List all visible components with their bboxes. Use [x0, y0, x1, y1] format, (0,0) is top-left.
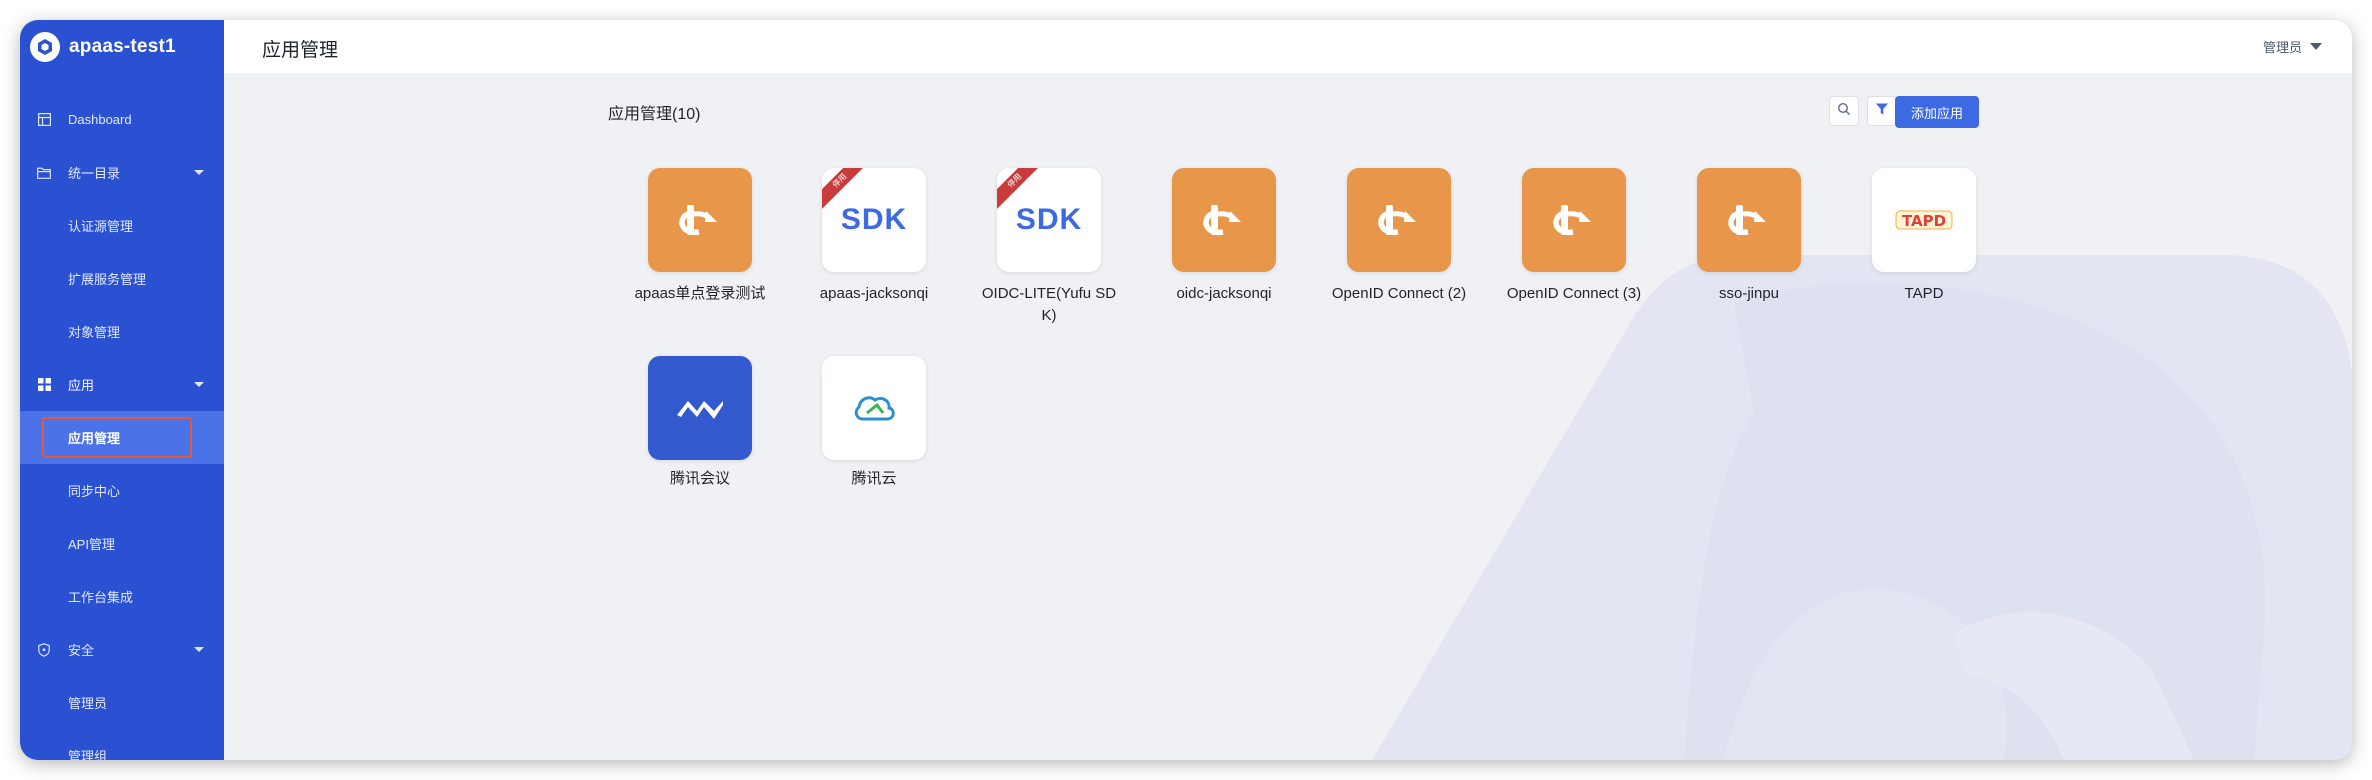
sidebar-item-label: Dashboard — [68, 112, 132, 127]
app-name: oidc-jacksonqi — [1176, 285, 1272, 302]
sidebar-item-api-management[interactable]: API管理 — [20, 517, 224, 570]
sidebar-item-label: 同步中心 — [68, 484, 121, 499]
app-card[interactable]: 腾讯会议 — [613, 356, 753, 526]
openid-icon — [1172, 168, 1276, 272]
sidebar-item-dashboard[interactable]: Dashboard — [20, 93, 224, 146]
apps-grid-icon — [36, 377, 52, 393]
app-name: OpenID Connect (3) — [1506, 285, 1642, 302]
sdk-icon: SDK 停用 — [997, 168, 1101, 272]
tencent-cloud-icon — [822, 356, 926, 460]
tencent-meeting-icon — [648, 356, 752, 460]
sidebar-item-label: API管理 — [68, 537, 115, 552]
section-title: 应用管理(10) — [608, 106, 701, 123]
app-card[interactable]: OpenID Connect (3) — [1487, 168, 1641, 338]
sidebar-item-workbench[interactable]: 工作台集成 — [20, 570, 224, 623]
app-window: apaas-test1 Dashboard 统一目录 认证源管理 扩展服务管理 … — [20, 20, 2352, 760]
sidebar-group-directory[interactable]: 统一目录 — [20, 146, 224, 199]
filter-button[interactable] — [1867, 96, 1897, 126]
sidebar-item-label: 管理员 — [68, 696, 108, 711]
sidebar-item-admin-groups[interactable]: 管理组 — [20, 729, 224, 760]
app-name: 腾讯云 — [851, 470, 897, 487]
sidebar-item-label: 应用 — [68, 378, 95, 393]
main-content: 应用管理(10) 添加应用 apaas单点登录测试 SDK 停用 apaas-j… — [224, 73, 2352, 760]
top-header: 应用管理 管理员 — [224, 20, 2352, 73]
dashboard-icon — [36, 112, 52, 128]
add-app-button[interactable]: 添加应用 — [1895, 96, 1979, 128]
sidebar-item-app-management[interactable]: 应用管理 — [20, 411, 224, 464]
app-card[interactable]: SDK 停用 apaas-jacksonqi — [787, 168, 928, 338]
sidebar-item-extension-services[interactable]: 扩展服务管理 — [20, 252, 224, 305]
app-card[interactable]: TAPD TAPD — [1837, 168, 1977, 338]
sidebar-item-label: 认证源管理 — [68, 219, 134, 234]
tapd-logo-text: TAPD — [1902, 212, 1946, 230]
app-name: OpenID Connect (2) — [1331, 285, 1467, 302]
sidebar-item-objects[interactable]: 对象管理 — [20, 305, 224, 358]
sdk-icon-text: SDK — [840, 203, 908, 236]
search-button[interactable] — [1829, 96, 1859, 126]
chevron-down-icon — [194, 170, 204, 175]
app-name: apaas单点登录测试 — [634, 285, 766, 302]
sidebar-item-label: 应用管理 — [68, 431, 121, 446]
app-name: 腾讯会议 — [669, 470, 730, 487]
openid-icon — [1522, 168, 1626, 272]
brand-logo-icon — [30, 32, 60, 62]
caret-down-icon — [2310, 43, 2322, 50]
tapd-logo: TAPD — [1872, 168, 1976, 272]
sidebar-group-apps[interactable]: 应用 — [20, 358, 224, 411]
sidebar-item-sync-center[interactable]: 同步中心 — [20, 464, 224, 517]
app-name: sso-jinpu — [1718, 285, 1780, 302]
sdk-icon-text: SDK — [1015, 203, 1083, 236]
brand[interactable]: apaas-test1 — [30, 32, 176, 62]
user-menu[interactable]: 管理员 — [2263, 37, 2322, 56]
search-icon — [1837, 102, 1851, 121]
user-name: 管理员 — [2262, 40, 2302, 55]
app-card[interactable]: apaas单点登录测试 — [613, 168, 765, 338]
brand-name: apaas-test1 — [69, 36, 176, 57]
sidebar-group-security[interactable]: 安全 — [20, 623, 224, 676]
openid-icon — [648, 168, 752, 272]
sidebar-item-label: 工作台集成 — [68, 590, 134, 605]
sidebar-item-label: 统一目录 — [68, 166, 121, 181]
openid-icon — [1697, 168, 1801, 272]
filter-icon — [1875, 102, 1889, 121]
sidebar: apaas-test1 Dashboard 统一目录 认证源管理 扩展服务管理 … — [20, 20, 224, 760]
app-card[interactable]: SDK 停用 OIDC-LITE(Yufu SDK) — [962, 168, 1116, 338]
page-title: 应用管理 — [262, 40, 339, 61]
sidebar-item-label: 安全 — [68, 643, 95, 658]
app-name: OIDC-LITE(Yufu SDK) — [981, 285, 1117, 324]
sdk-icon: SDK 停用 — [822, 168, 926, 272]
chevron-down-icon — [194, 647, 204, 652]
sidebar-item-label: 对象管理 — [68, 325, 121, 340]
sidebar-item-admins[interactable]: 管理员 — [20, 676, 224, 729]
app-name: apaas-jacksonqi — [819, 285, 929, 302]
sidebar-item-label: 扩展服务管理 — [68, 272, 147, 287]
app-card[interactable]: oidc-jacksonqi — [1137, 168, 1277, 338]
shield-icon — [36, 642, 52, 658]
app-card[interactable]: sso-jinpu — [1662, 168, 1802, 338]
background-decoration — [1372, 255, 2352, 760]
app-card[interactable]: OpenID Connect (2) — [1312, 168, 1466, 338]
chevron-down-icon — [194, 382, 204, 387]
sidebar-item-label: 管理组 — [68, 749, 108, 760]
app-card[interactable]: 腾讯云 — [787, 356, 927, 526]
openid-icon — [1347, 168, 1451, 272]
folder-icon — [36, 165, 52, 181]
app-name: TAPD — [1904, 285, 1944, 302]
sidebar-item-auth-sources[interactable]: 认证源管理 — [20, 199, 224, 252]
